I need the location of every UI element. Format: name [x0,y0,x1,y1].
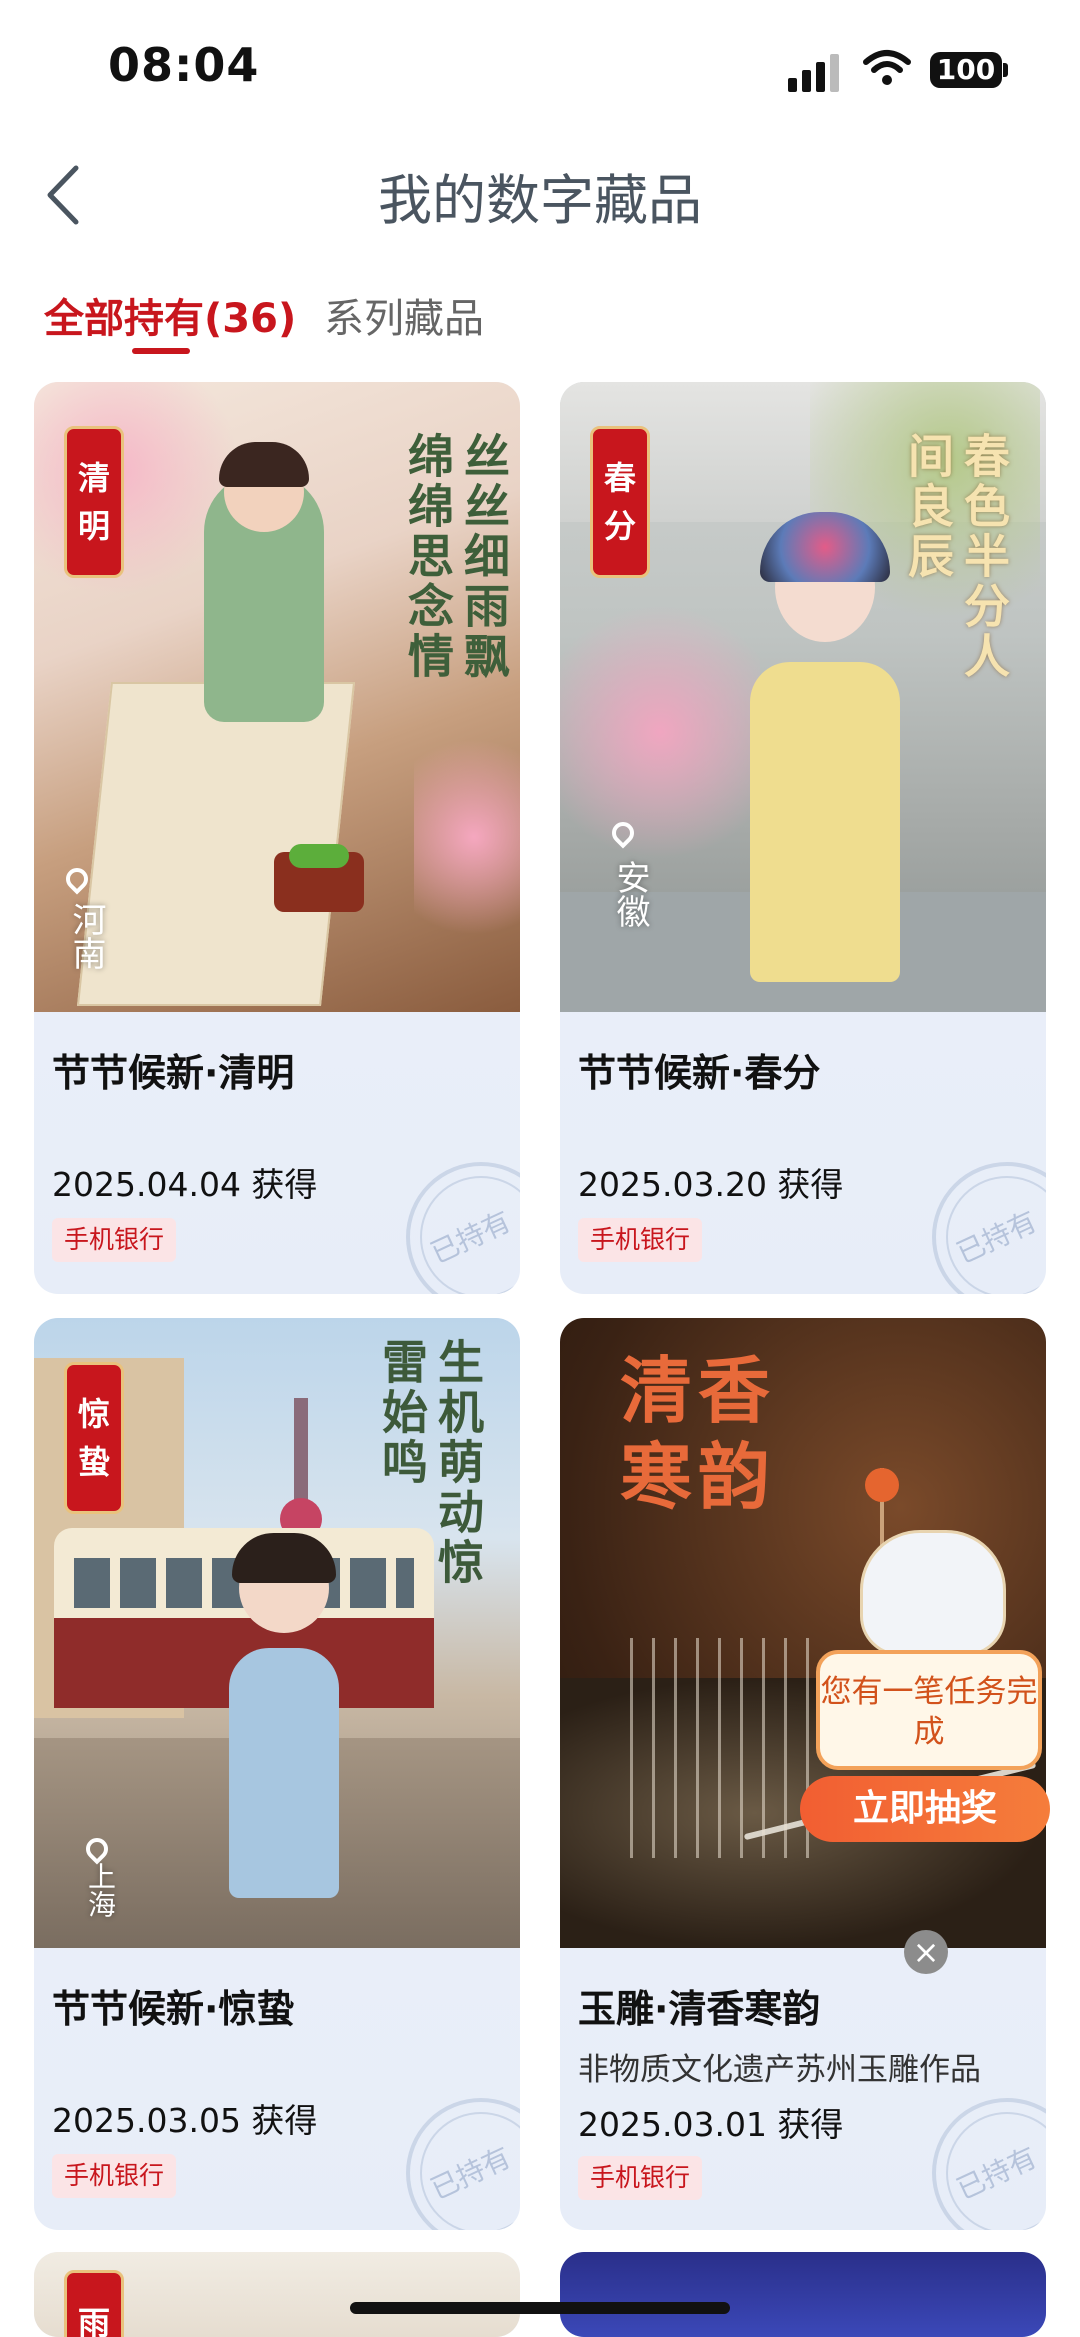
owned-stamp: 已持有 [932,2098,1046,2230]
elephant-mascot-icon [860,1530,1006,1656]
card-artwork [560,2252,1046,2337]
tab-active-indicator [132,348,190,354]
cellular-signal-icon [788,52,844,92]
home-indicator[interactable] [350,2302,730,2314]
page-title: 我的数字藏品 [378,169,702,232]
collection-name: 玉雕·清香寒韵 [578,1987,821,2031]
status-time: 08:04 [108,38,260,92]
art-title: 清香寒韵 [620,1348,777,1519]
acquired-date: 2025.03.01 获得 [578,2105,844,2144]
collection-name: 节节候新·惊蛰 [52,1987,295,2031]
card-artwork: 春分 春色半分人间良辰 安徽 [560,382,1046,1012]
owned-stamp: 已持有 [932,1162,1046,1294]
source-tag: 手机银行 [52,2154,177,2198]
solar-term-badge: 惊蛰 [64,1362,124,1514]
card-artwork: 清明 丝丝细雨飘绵绵思念情 河南 [34,382,520,1012]
tab-all-holdings[interactable]: 全部持有(36) [44,286,296,344]
location-label: 安徽 [610,860,650,928]
collection-card-qingming[interactable]: 清明 丝丝细雨飘绵绵思念情 河南 节节候新·清明 2025.04.04 获得 手… [34,382,520,1294]
task-message: 您有一笔任务完成 [816,1650,1042,1770]
draw-prize-button[interactable]: 立即抽奖 [800,1776,1050,1842]
task-reward-popup[interactable]: 您有一笔任务完成 立即抽奖 [800,1530,1050,1850]
source-tag: 手机银行 [578,1218,703,1262]
owned-stamp: 已持有 [406,2098,520,2230]
wifi-icon [863,50,911,85]
collection-card-next-left[interactable]: 雨 [34,2252,520,2337]
poem-text: 生机萌动惊雷始鸣 [375,1338,485,1588]
tab-series-collections[interactable]: 系列藏品 [324,286,484,344]
card-artwork: 惊蛰 生机萌动惊雷始鸣 上海 [34,1318,520,1948]
card-artwork: 雨 [34,2252,520,2337]
collection-name: 节节候新·春分 [578,1051,821,1095]
poem-text: 春色半分人间良辰 [901,432,1011,682]
solar-term-badge: 春分 [590,426,650,578]
acquired-date: 2025.04.04 获得 [52,1165,318,1204]
close-popup-icon[interactable]: × [904,1930,948,1974]
solar-term-badge: 雨 [64,2270,124,2337]
status-bar: 08:04 100 [0,0,1080,120]
owned-stamp: 已持有 [406,1162,520,1294]
collection-card-chunfen[interactable]: 春分 春色半分人间良辰 安徽 节节候新·春分 2025.03.20 获得 手机银… [560,382,1046,1294]
collection-card-next-right[interactable] [560,2252,1046,2337]
acquired-date: 2025.03.05 获得 [52,2101,318,2140]
solar-term-badge: 清明 [64,426,124,578]
collection-subtitle: 非物质文化遗产苏州玉雕作品 [578,2052,981,2088]
battery-icon: 100 [930,52,1002,88]
acquired-date: 2025.03.20 获得 [578,1165,844,1204]
location-pin-icon [61,863,93,895]
collection-card-jingzhe[interactable]: 惊蛰 生机萌动惊雷始鸣 上海 节节候新·惊蛰 2025.03.05 获得 手机银… [34,1318,520,2230]
nav-header: 我的数字藏品 [0,130,1080,250]
battery-tip [1003,63,1008,77]
location-label: 上海 [84,1862,117,1918]
location-label: 河南 [66,902,106,970]
source-tag: 手机银行 [52,1218,177,1262]
source-tag: 手机银行 [578,2156,703,2200]
collection-name: 节节候新·清明 [52,1051,295,1095]
poem-text: 丝丝细雨飘绵绵思念情 [401,432,511,682]
